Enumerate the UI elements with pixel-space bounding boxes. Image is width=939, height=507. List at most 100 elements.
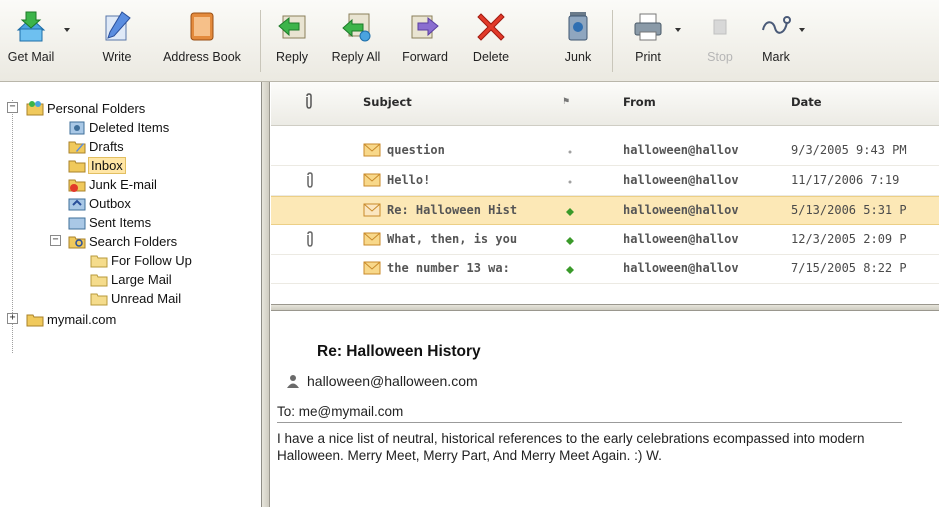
reply-button[interactable]: Reply [272, 6, 312, 76]
folder-large-mail[interactable]: Large Mail [90, 269, 172, 289]
reading-pane-splitter[interactable] [271, 304, 939, 311]
from-column-header[interactable]: From [623, 95, 656, 109]
message-subject: Re: Halloween Hist [387, 203, 518, 217]
folder-sent-items[interactable]: Sent Items [68, 212, 151, 232]
reading-subject: Re: Halloween History [317, 343, 481, 360]
reading-pane: Re: Halloween History halloween@hallowee… [271, 311, 939, 507]
message-list-header: Subject ⚑ From Date [271, 82, 939, 126]
attachment-icon [305, 172, 315, 188]
print-dropdown-icon[interactable] [675, 28, 681, 32]
folder-label: Outbox [89, 195, 131, 211]
search-folder-icon [90, 252, 108, 268]
message-row[interactable]: question halloween@hallov 9/3/2005 9:43 … [271, 137, 939, 166]
reading-from[interactable]: halloween@halloween.com [285, 373, 478, 389]
folder-mymail-account[interactable]: mymail.com [26, 309, 116, 329]
flag-status-icon[interactable] [566, 263, 574, 274]
reply-all-label: Reply All [331, 50, 381, 64]
stop-button: Stop [700, 6, 740, 76]
folder-junk-email[interactable]: Junk E-mail [68, 174, 157, 194]
message-row-selected[interactable]: Re: Halloween Hist halloween@hallov 5/13… [271, 196, 939, 225]
get-mail-dropdown-icon[interactable] [64, 28, 70, 32]
expand-toggle[interactable]: + [7, 313, 18, 324]
message-from: halloween@hallov [623, 261, 739, 275]
folder-label: Sent Items [89, 214, 152, 230]
attachment-column-icon[interactable] [304, 93, 314, 112]
envelope-icon [363, 232, 381, 246]
personal-folders-icon [26, 100, 44, 116]
message-date: 11/17/2006 7:19 [791, 173, 900, 187]
date-column-header[interactable]: Date [791, 95, 822, 109]
collapse-toggle[interactable]: − [50, 235, 61, 246]
printer-icon [631, 8, 665, 44]
envelope-icon [363, 143, 381, 157]
folder-label: Personal Folders [47, 100, 146, 116]
message-subject: question [387, 143, 445, 157]
get-mail-button[interactable]: Get Mail [2, 6, 60, 76]
print-button[interactable]: Print [626, 6, 670, 76]
folder-pane: − Personal Folders Deleted Items Drafts … [0, 82, 262, 507]
collapse-toggle[interactable]: − [7, 102, 18, 113]
forward-label: Forward [402, 50, 448, 64]
write-icon [100, 8, 134, 44]
message-subject: the number 13 wa: [387, 261, 510, 275]
attachment-icon [305, 231, 315, 247]
folder-label: For Follow Up [111, 252, 192, 268]
delete-label: Delete [472, 50, 510, 64]
folder-label: Junk E-mail [89, 176, 157, 192]
envelope-icon [363, 173, 381, 187]
get-mail-label: Get Mail [7, 50, 55, 64]
pane-splitter[interactable] [262, 82, 270, 507]
address-book-label: Address Book [163, 50, 241, 64]
account-folder-icon [26, 311, 44, 327]
message-from: halloween@hallov [623, 232, 739, 246]
folder-label: Inbox [88, 156, 126, 174]
folder-outbox[interactable]: Outbox [68, 193, 131, 213]
delete-button[interactable]: Delete [466, 6, 516, 76]
reply-icon [275, 8, 309, 44]
message-row[interactable]: Hello! halloween@hallov 11/17/2006 7:19 [271, 167, 939, 196]
folder-label: Drafts [89, 138, 124, 154]
message-from: halloween@hallov [623, 143, 739, 157]
flag-status-icon[interactable] [566, 234, 574, 245]
toolbar: Get Mail Write Address Book Reply Reply … [0, 0, 939, 82]
mark-button[interactable]: Mark [756, 6, 796, 76]
message-date: 5/13/2006 5:31 P [791, 203, 907, 217]
inbox-icon [68, 157, 86, 173]
subject-column-header[interactable]: Subject [363, 95, 412, 109]
write-label: Write [102, 50, 132, 64]
get-mail-icon [14, 8, 48, 44]
address-book-icon [185, 8, 219, 44]
junk-button[interactable]: Junk [558, 6, 598, 76]
folder-label: Large Mail [111, 271, 172, 287]
envelope-icon [363, 203, 381, 217]
envelope-icon [363, 261, 381, 275]
flag-status-icon[interactable] [566, 175, 574, 184]
search-folders-icon [68, 233, 86, 249]
folder-label: Unread Mail [111, 290, 182, 306]
folder-unread-mail[interactable]: Unread Mail [90, 288, 181, 308]
folder-inbox[interactable]: Inbox [68, 155, 126, 175]
message-row[interactable]: the number 13 wa: halloween@hallov 7/15/… [271, 255, 939, 284]
folder-search-folders[interactable]: Search Folders [68, 231, 177, 251]
address-book-button[interactable]: Address Book [156, 6, 248, 76]
folder-for-follow-up[interactable]: For Follow Up [90, 250, 192, 270]
flag-status-icon[interactable] [566, 145, 574, 154]
stop-icon [703, 8, 737, 44]
forward-button[interactable]: Forward [396, 6, 454, 76]
message-row[interactable]: What, then, is you halloween@hallov 12/3… [271, 226, 939, 255]
folder-deleted-items[interactable]: Deleted Items [68, 117, 169, 137]
flag-column-header[interactable]: ⚑ [562, 97, 570, 107]
folder-personal-folders[interactable]: Personal Folders [26, 98, 145, 118]
flag-status-icon[interactable] [566, 205, 574, 216]
outbox-icon [68, 195, 86, 211]
message-from: halloween@hallov [623, 203, 739, 217]
write-button[interactable]: Write [94, 6, 140, 76]
toolbar-separator [612, 10, 613, 72]
folder-drafts[interactable]: Drafts [68, 136, 124, 156]
delete-icon [474, 8, 508, 44]
message-list: Subject ⚑ From Date question halloween@h… [271, 82, 939, 304]
mark-dropdown-icon[interactable] [799, 28, 805, 32]
search-folder-icon [90, 271, 108, 287]
message-subject: Hello! [387, 173, 431, 187]
reply-all-button[interactable]: Reply All [326, 6, 386, 76]
